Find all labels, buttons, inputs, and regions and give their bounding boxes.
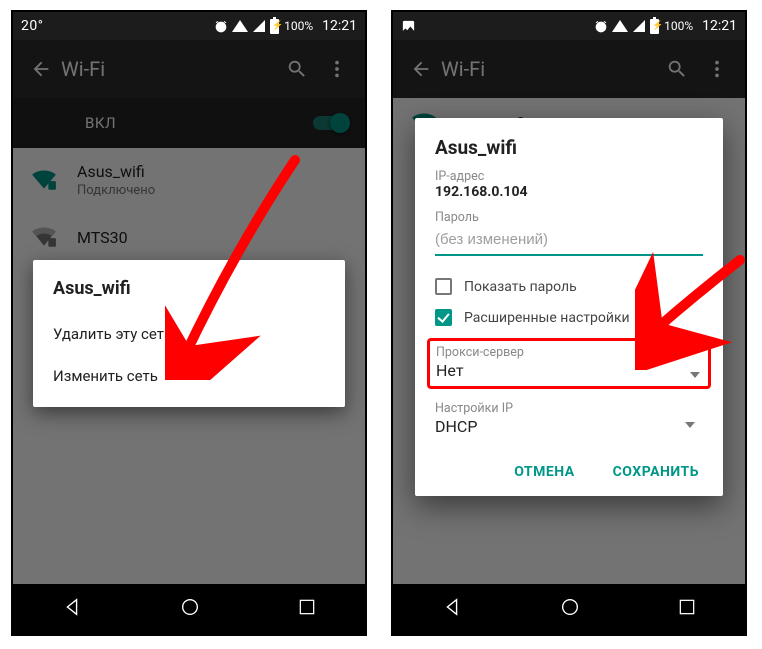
proxy-select[interactable]: Прокси-сервер Нет [427, 338, 711, 389]
nav-home[interactable] [559, 596, 581, 622]
phone-right: ⚡ 100% 12:21 Wi-Fi [391, 10, 747, 636]
proxy-value: Нет [436, 361, 702, 380]
forget-network-item[interactable]: Удалить эту сеть [53, 313, 325, 355]
wifi-context-menu: Asus_wifi Удалить эту сеть Изменить сеть [33, 260, 345, 407]
modify-network-item[interactable]: Изменить сеть [53, 355, 325, 397]
dialog-title: Asus_wifi [435, 136, 703, 159]
save-button[interactable]: СОХРАНИТЬ [609, 458, 703, 486]
advanced-label: Расширенные настройки [464, 310, 630, 326]
screenshot-icon [401, 19, 415, 33]
wifi-icon [612, 20, 628, 32]
context-menu-title: Asus_wifi [53, 278, 325, 299]
proxy-label: Прокси-сервер [436, 345, 702, 360]
nav-recent[interactable] [297, 597, 317, 621]
chevron-down-icon [685, 422, 695, 428]
battery-icon: ⚡ [650, 19, 659, 34]
checkbox-icon [435, 278, 452, 295]
ip-label: IP-адрес [435, 169, 703, 184]
wifi-icon [232, 20, 248, 32]
nav-home[interactable] [179, 596, 201, 622]
nav-back[interactable] [441, 596, 463, 622]
nav-recent[interactable] [677, 597, 697, 621]
password-label: Пароль [435, 210, 703, 225]
alarm-icon [213, 19, 227, 33]
status-clock: 12:21 [702, 18, 737, 34]
advanced-row[interactable]: Расширенные настройки [435, 309, 703, 326]
status-temperature: 20° [21, 18, 43, 34]
alarm-icon [593, 19, 607, 33]
status-battery: 100% [284, 19, 313, 33]
signal-icon [633, 20, 645, 32]
nav-bar [13, 584, 365, 634]
checkbox-icon [435, 309, 452, 326]
phone-left: 20° ⚡ 100% 12:21 Wi-Fi [11, 10, 367, 636]
ip-settings-select[interactable]: Настройки IP DHCP [435, 401, 703, 436]
status-clock: 12:21 [322, 18, 357, 34]
password-input[interactable] [435, 227, 703, 256]
ip-settings-value: DHCP [435, 417, 703, 436]
cancel-button[interactable]: ОТМЕНА [510, 458, 578, 486]
dialog-actions: ОТМЕНА СОХРАНИТЬ [435, 458, 703, 486]
ip-settings-label: Настройки IP [435, 401, 703, 416]
status-bar: 20° ⚡ 100% 12:21 [13, 12, 365, 40]
battery-icon: ⚡ [270, 19, 279, 34]
show-password-row[interactable]: Показать пароль [435, 278, 703, 295]
nav-bar [393, 584, 745, 634]
nav-back[interactable] [61, 596, 83, 622]
edit-network-dialog: Asus_wifi IP-адрес 192.168.0.104 Пароль … [415, 118, 723, 496]
status-bar: ⚡ 100% 12:21 [393, 12, 745, 40]
ip-value: 192.168.0.104 [435, 184, 703, 200]
signal-icon [253, 20, 265, 32]
chevron-down-icon [690, 372, 700, 378]
show-password-label: Показать пароль [464, 279, 577, 295]
status-battery: 100% [664, 19, 693, 33]
